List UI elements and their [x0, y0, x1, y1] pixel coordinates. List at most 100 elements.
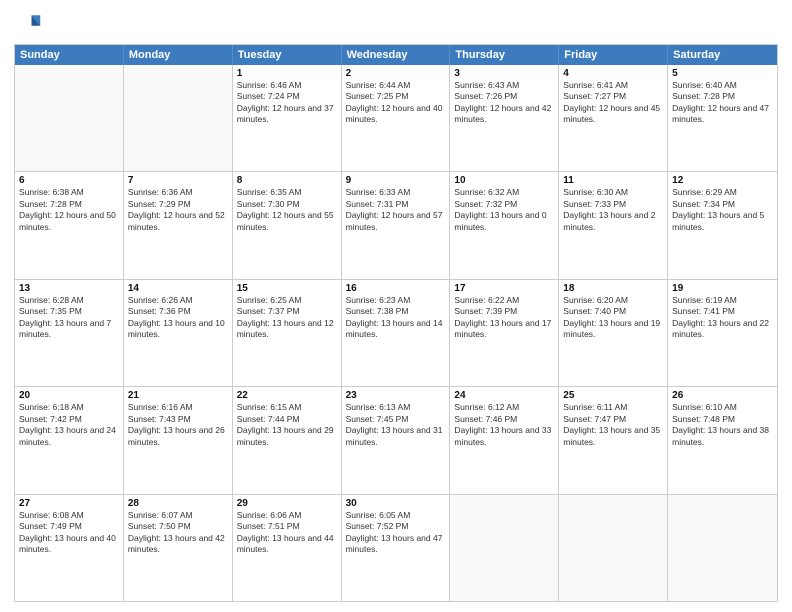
day-info: Sunrise: 6:13 AM Sunset: 7:45 PM Dayligh…: [346, 402, 446, 448]
day-info: Sunrise: 6:43 AM Sunset: 7:26 PM Dayligh…: [454, 80, 554, 126]
day-info: Sunrise: 6:22 AM Sunset: 7:39 PM Dayligh…: [454, 295, 554, 341]
calendar-cell: 9Sunrise: 6:33 AM Sunset: 7:31 PM Daylig…: [342, 172, 451, 278]
day-number: 25: [563, 390, 663, 401]
day-number: 14: [128, 283, 228, 294]
day-info: Sunrise: 6:33 AM Sunset: 7:31 PM Dayligh…: [346, 187, 446, 233]
calendar-row: 6Sunrise: 6:38 AM Sunset: 7:28 PM Daylig…: [15, 171, 777, 278]
day-number: 17: [454, 283, 554, 294]
day-number: 20: [19, 390, 119, 401]
calendar-cell: 5Sunrise: 6:40 AM Sunset: 7:28 PM Daylig…: [668, 65, 777, 171]
day-info: Sunrise: 6:20 AM Sunset: 7:40 PM Dayligh…: [563, 295, 663, 341]
day-number: 24: [454, 390, 554, 401]
calendar-cell: 23Sunrise: 6:13 AM Sunset: 7:45 PM Dayli…: [342, 387, 451, 493]
day-info: Sunrise: 6:08 AM Sunset: 7:49 PM Dayligh…: [19, 510, 119, 556]
day-info: Sunrise: 6:12 AM Sunset: 7:46 PM Dayligh…: [454, 402, 554, 448]
day-number: 1: [237, 68, 337, 79]
calendar-row: 27Sunrise: 6:08 AM Sunset: 7:49 PM Dayli…: [15, 494, 777, 601]
weekday-header: Saturday: [668, 45, 777, 65]
weekday-header: Sunday: [15, 45, 124, 65]
day-number: 16: [346, 283, 446, 294]
calendar-body: 1Sunrise: 6:46 AM Sunset: 7:24 PM Daylig…: [15, 65, 777, 601]
day-number: 3: [454, 68, 554, 79]
day-info: Sunrise: 6:46 AM Sunset: 7:24 PM Dayligh…: [237, 80, 337, 126]
calendar: SundayMondayTuesdayWednesdayThursdayFrid…: [14, 44, 778, 602]
calendar-cell: [124, 65, 233, 171]
day-info: Sunrise: 6:18 AM Sunset: 7:42 PM Dayligh…: [19, 402, 119, 448]
calendar-cell: 21Sunrise: 6:16 AM Sunset: 7:43 PM Dayli…: [124, 387, 233, 493]
weekday-header: Wednesday: [342, 45, 451, 65]
calendar-cell: 2Sunrise: 6:44 AM Sunset: 7:25 PM Daylig…: [342, 65, 451, 171]
calendar-cell: [15, 65, 124, 171]
weekday-header: Friday: [559, 45, 668, 65]
calendar-cell: 14Sunrise: 6:26 AM Sunset: 7:36 PM Dayli…: [124, 280, 233, 386]
day-info: Sunrise: 6:23 AM Sunset: 7:38 PM Dayligh…: [346, 295, 446, 341]
day-info: Sunrise: 6:41 AM Sunset: 7:27 PM Dayligh…: [563, 80, 663, 126]
calendar-cell: 3Sunrise: 6:43 AM Sunset: 7:26 PM Daylig…: [450, 65, 559, 171]
day-number: 23: [346, 390, 446, 401]
day-info: Sunrise: 6:10 AM Sunset: 7:48 PM Dayligh…: [672, 402, 773, 448]
calendar-cell: 12Sunrise: 6:29 AM Sunset: 7:34 PM Dayli…: [668, 172, 777, 278]
calendar-cell: 28Sunrise: 6:07 AM Sunset: 7:50 PM Dayli…: [124, 495, 233, 601]
calendar-cell: 16Sunrise: 6:23 AM Sunset: 7:38 PM Dayli…: [342, 280, 451, 386]
day-info: Sunrise: 6:26 AM Sunset: 7:36 PM Dayligh…: [128, 295, 228, 341]
day-number: 4: [563, 68, 663, 79]
day-info: Sunrise: 6:40 AM Sunset: 7:28 PM Dayligh…: [672, 80, 773, 126]
calendar-cell: 8Sunrise: 6:35 AM Sunset: 7:30 PM Daylig…: [233, 172, 342, 278]
day-number: 10: [454, 175, 554, 186]
day-info: Sunrise: 6:19 AM Sunset: 7:41 PM Dayligh…: [672, 295, 773, 341]
calendar-cell: 6Sunrise: 6:38 AM Sunset: 7:28 PM Daylig…: [15, 172, 124, 278]
calendar-cell: 30Sunrise: 6:05 AM Sunset: 7:52 PM Dayli…: [342, 495, 451, 601]
day-info: Sunrise: 6:05 AM Sunset: 7:52 PM Dayligh…: [346, 510, 446, 556]
day-info: Sunrise: 6:30 AM Sunset: 7:33 PM Dayligh…: [563, 187, 663, 233]
day-number: 28: [128, 498, 228, 509]
calendar-cell: [668, 495, 777, 601]
calendar-row: 1Sunrise: 6:46 AM Sunset: 7:24 PM Daylig…: [15, 65, 777, 171]
day-number: 19: [672, 283, 773, 294]
day-number: 30: [346, 498, 446, 509]
day-info: Sunrise: 6:06 AM Sunset: 7:51 PM Dayligh…: [237, 510, 337, 556]
logo-icon: [14, 10, 42, 38]
day-info: Sunrise: 6:36 AM Sunset: 7:29 PM Dayligh…: [128, 187, 228, 233]
calendar-row: 20Sunrise: 6:18 AM Sunset: 7:42 PM Dayli…: [15, 386, 777, 493]
calendar-cell: 13Sunrise: 6:28 AM Sunset: 7:35 PM Dayli…: [15, 280, 124, 386]
calendar-cell: 15Sunrise: 6:25 AM Sunset: 7:37 PM Dayli…: [233, 280, 342, 386]
day-number: 27: [19, 498, 119, 509]
day-number: 5: [672, 68, 773, 79]
header: [14, 10, 778, 38]
day-info: Sunrise: 6:32 AM Sunset: 7:32 PM Dayligh…: [454, 187, 554, 233]
calendar-cell: 1Sunrise: 6:46 AM Sunset: 7:24 PM Daylig…: [233, 65, 342, 171]
calendar-cell: 26Sunrise: 6:10 AM Sunset: 7:48 PM Dayli…: [668, 387, 777, 493]
day-number: 7: [128, 175, 228, 186]
calendar-cell: [559, 495, 668, 601]
day-info: Sunrise: 6:28 AM Sunset: 7:35 PM Dayligh…: [19, 295, 119, 341]
day-info: Sunrise: 6:38 AM Sunset: 7:28 PM Dayligh…: [19, 187, 119, 233]
day-number: 29: [237, 498, 337, 509]
calendar-cell: 27Sunrise: 6:08 AM Sunset: 7:49 PM Dayli…: [15, 495, 124, 601]
calendar-cell: 10Sunrise: 6:32 AM Sunset: 7:32 PM Dayli…: [450, 172, 559, 278]
calendar-cell: 20Sunrise: 6:18 AM Sunset: 7:42 PM Dayli…: [15, 387, 124, 493]
calendar-cell: 7Sunrise: 6:36 AM Sunset: 7:29 PM Daylig…: [124, 172, 233, 278]
page: SundayMondayTuesdayWednesdayThursdayFrid…: [0, 0, 792, 612]
calendar-cell: 17Sunrise: 6:22 AM Sunset: 7:39 PM Dayli…: [450, 280, 559, 386]
calendar-cell: 19Sunrise: 6:19 AM Sunset: 7:41 PM Dayli…: [668, 280, 777, 386]
calendar-cell: 22Sunrise: 6:15 AM Sunset: 7:44 PM Dayli…: [233, 387, 342, 493]
day-number: 18: [563, 283, 663, 294]
logo: [14, 10, 46, 38]
day-info: Sunrise: 6:11 AM Sunset: 7:47 PM Dayligh…: [563, 402, 663, 448]
weekday-header: Monday: [124, 45, 233, 65]
day-info: Sunrise: 6:29 AM Sunset: 7:34 PM Dayligh…: [672, 187, 773, 233]
day-number: 8: [237, 175, 337, 186]
day-number: 26: [672, 390, 773, 401]
day-number: 13: [19, 283, 119, 294]
calendar-cell: 4Sunrise: 6:41 AM Sunset: 7:27 PM Daylig…: [559, 65, 668, 171]
calendar-cell: [450, 495, 559, 601]
day-number: 11: [563, 175, 663, 186]
day-info: Sunrise: 6:44 AM Sunset: 7:25 PM Dayligh…: [346, 80, 446, 126]
day-info: Sunrise: 6:35 AM Sunset: 7:30 PM Dayligh…: [237, 187, 337, 233]
weekday-header: Thursday: [450, 45, 559, 65]
day-number: 21: [128, 390, 228, 401]
day-info: Sunrise: 6:25 AM Sunset: 7:37 PM Dayligh…: [237, 295, 337, 341]
calendar-cell: 29Sunrise: 6:06 AM Sunset: 7:51 PM Dayli…: [233, 495, 342, 601]
day-number: 15: [237, 283, 337, 294]
weekday-header: Tuesday: [233, 45, 342, 65]
